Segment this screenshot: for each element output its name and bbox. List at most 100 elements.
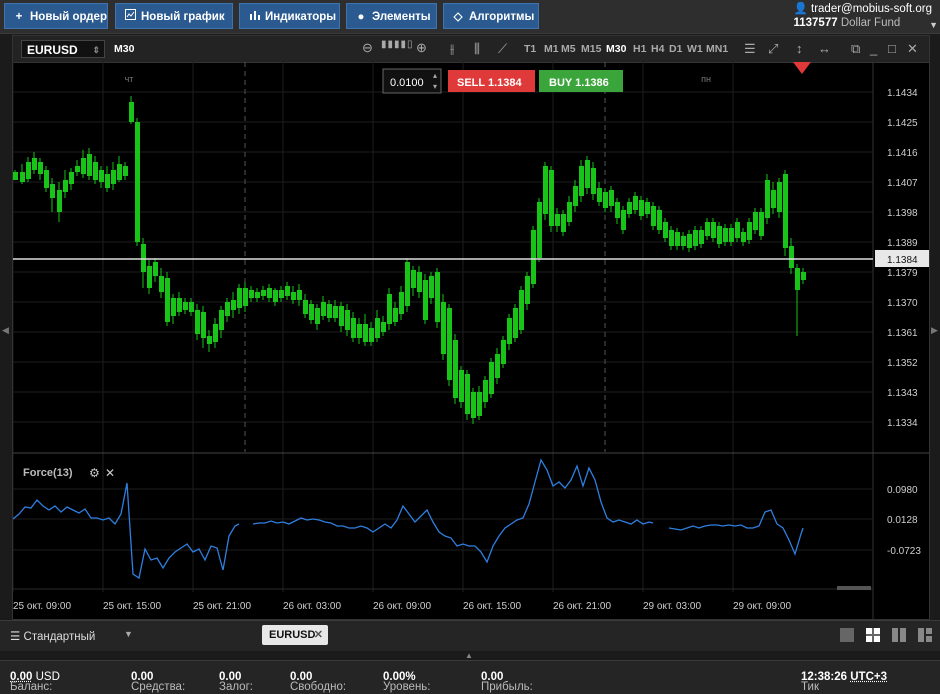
account-dropdown-icon[interactable]: ▼ bbox=[929, 20, 938, 30]
candle-body bbox=[759, 212, 764, 236]
timeframe-m30[interactable]: M30 bbox=[606, 43, 626, 55]
left-panel-arrow-icon[interactable]: ◀ bbox=[2, 325, 9, 336]
candle-body bbox=[441, 302, 446, 354]
lot-down-icon: ▾ bbox=[433, 82, 437, 91]
candle-body bbox=[261, 290, 266, 296]
tab-eurusd-label: EURUSD bbox=[269, 629, 315, 641]
account-info[interactable]: 👤 trader@mobius-soft.org 1137577 Dollar … bbox=[793, 2, 932, 30]
candle-body bbox=[63, 180, 68, 192]
layout-columns-icon[interactable] bbox=[892, 628, 906, 642]
timeframe-m15[interactable]: M15 bbox=[581, 43, 601, 55]
candle-chart-type-icon[interactable]: ⫼ bbox=[474, 41, 480, 57]
day-label: пн bbox=[701, 74, 711, 84]
elements-button[interactable]: ● Элементы bbox=[346, 3, 437, 29]
timezone-select[interactable]: UTC+3 bbox=[850, 671, 887, 683]
candle-body bbox=[267, 288, 272, 298]
tab-close-icon[interactable]: ✕ bbox=[314, 625, 323, 645]
layout-single-icon[interactable] bbox=[840, 628, 854, 642]
algorithms-button[interactable]: ◇ Алгоритмы bbox=[443, 3, 539, 29]
candle-body bbox=[165, 278, 170, 322]
candle-body bbox=[531, 230, 536, 284]
candle-body bbox=[123, 166, 128, 176]
scroll-end-marker[interactable] bbox=[793, 62, 811, 74]
candle-body bbox=[573, 186, 578, 206]
candle-body bbox=[117, 164, 122, 180]
chart-canvas[interactable]: 1.1434 1.1425 1.1416 1.1407 1.1398 1.1389 1.13… bbox=[13, 62, 929, 619]
candle-body bbox=[723, 228, 728, 242]
candle-body bbox=[201, 312, 206, 338]
detach-window-icon[interactable]: ⧉ bbox=[851, 41, 860, 57]
timeframe-d1[interactable]: D1 bbox=[669, 43, 682, 55]
candle-body bbox=[711, 222, 716, 238]
new-order-button[interactable]: + Новый ордер bbox=[4, 3, 108, 29]
candle-body bbox=[195, 310, 200, 334]
candle-body bbox=[38, 162, 43, 174]
maximize-icon[interactable]: □ bbox=[888, 41, 896, 56]
layout-select[interactable]: ☰ Стандартный bbox=[10, 629, 95, 643]
funds-label: Средства: bbox=[131, 681, 185, 693]
zoom-out-icon[interactable]: ⊖ bbox=[362, 40, 373, 56]
timeframe-t1[interactable]: T1 bbox=[524, 43, 536, 55]
horizontal-scale-icon[interactable]: ↔ bbox=[818, 41, 831, 56]
horizontal-scrollbar[interactable] bbox=[837, 586, 871, 590]
price-tick-label: 1.1379 bbox=[887, 268, 918, 279]
candle-body bbox=[471, 392, 476, 418]
candle-body bbox=[663, 222, 668, 238]
gear-icon: ⚙ bbox=[89, 466, 100, 480]
new-chart-button[interactable]: Новый график bbox=[115, 3, 233, 29]
time-tick-label: 26 окт. 09:00 bbox=[373, 601, 431, 612]
candle-body bbox=[81, 158, 86, 174]
candle-body bbox=[57, 190, 62, 212]
candle-body bbox=[495, 354, 500, 378]
layout-stack-icon[interactable] bbox=[918, 628, 932, 642]
candle-body bbox=[351, 318, 356, 338]
candle-body bbox=[681, 236, 686, 246]
timeframe-h1[interactable]: H1 bbox=[633, 43, 646, 55]
line-chart-type-icon[interactable]: ⟋ bbox=[498, 41, 507, 57]
close-icon[interactable]: ✕ bbox=[907, 41, 918, 57]
right-panel-arrow-icon[interactable]: ▶ bbox=[931, 325, 938, 336]
zoom-slider[interactable]: ▮▮▮▮▯ bbox=[381, 39, 414, 50]
autoscroll-icon[interactable]: ☰ bbox=[744, 41, 756, 57]
candle-body bbox=[369, 328, 374, 342]
new-chart-label: Новый график bbox=[141, 11, 225, 23]
minimize-icon[interactable]: _ bbox=[870, 41, 877, 56]
layout-dropdown-icon[interactable]: ▼ bbox=[124, 629, 133, 639]
free-label: Свободно: bbox=[290, 681, 346, 693]
vertical-scale-icon[interactable]: ↕ bbox=[796, 41, 803, 56]
candle-body bbox=[333, 306, 338, 318]
fit-icon[interactable]: ⤢ bbox=[768, 41, 778, 57]
candle-body bbox=[537, 202, 542, 258]
zoom-in-icon[interactable]: ⊕ bbox=[416, 40, 427, 56]
candle-body bbox=[741, 232, 746, 242]
panel-toggle-icon[interactable]: ▲ bbox=[465, 651, 473, 660]
time-tick-label: 25 окт. 15:00 bbox=[103, 601, 161, 612]
current-price-label: 1.1384 bbox=[887, 255, 918, 266]
diamond-icon: ◇ bbox=[452, 4, 464, 30]
timeframe-h4[interactable]: H4 bbox=[651, 43, 664, 55]
symbol-value: EURUSD bbox=[27, 43, 78, 57]
lot-up-icon: ▴ bbox=[433, 71, 437, 80]
timeframe-w1[interactable]: W1 bbox=[687, 43, 703, 55]
candle-body bbox=[87, 154, 92, 176]
bar-chart-type-icon[interactable]: ⫲ bbox=[450, 41, 454, 57]
timeframe-mn1[interactable]: MN1 bbox=[706, 43, 728, 55]
candle-body bbox=[99, 170, 104, 182]
tab-eurusd[interactable]: EURUSD ✕ bbox=[262, 625, 328, 645]
indicators-button[interactable]: Индикаторы bbox=[239, 3, 340, 29]
candle-body bbox=[111, 170, 116, 184]
candle-body bbox=[75, 166, 80, 172]
timeframe-m1[interactable]: M1 bbox=[544, 43, 559, 55]
candle-body bbox=[225, 302, 230, 316]
candle-body bbox=[669, 230, 674, 246]
sell-label: SELL 1.1384 bbox=[457, 77, 522, 89]
time-tick-label: 25 окт. 21:00 bbox=[193, 601, 251, 612]
timeframe-m5[interactable]: M5 bbox=[561, 43, 576, 55]
symbol-select[interactable]: EURUSD ⇕ bbox=[21, 40, 105, 58]
time-tick-label: 26 окт. 03:00 bbox=[283, 601, 341, 612]
price-tick-label: 1.1343 bbox=[887, 388, 918, 399]
layout-grid-icon[interactable] bbox=[866, 628, 880, 642]
candle-body bbox=[651, 206, 656, 226]
candle-body bbox=[801, 272, 806, 280]
candle-body bbox=[729, 228, 734, 242]
